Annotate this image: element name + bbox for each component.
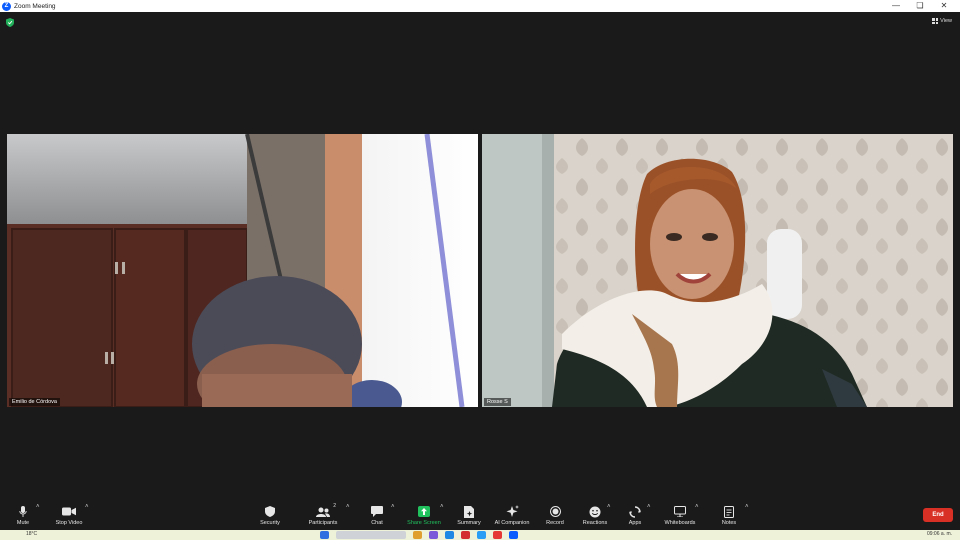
title-bar: Z Zoom Meeting — ❏ ✕ xyxy=(0,0,960,12)
restore-icon[interactable]: ❏ xyxy=(908,0,932,12)
sparkle-icon xyxy=(506,505,519,517)
whiteboard-icon xyxy=(674,506,686,517)
apps-icon xyxy=(629,505,641,518)
record-icon xyxy=(549,506,561,517)
chat-options-chevron-up-icon[interactable]: ˄ xyxy=(391,504,395,510)
windows-start-icon[interactable] xyxy=(320,531,329,539)
participant-name: Emilio de Córdova xyxy=(9,398,60,406)
app-icon[interactable] xyxy=(461,531,470,539)
app-icon[interactable] xyxy=(445,531,454,539)
shield-icon xyxy=(265,506,275,517)
app-icon[interactable] xyxy=(429,531,438,539)
ai-companion-button[interactable]: AI Companion xyxy=(490,505,534,526)
minimize-icon[interactable]: — xyxy=(884,0,908,12)
window-controls: — ❏ ✕ xyxy=(884,0,956,12)
apps-options-chevron-up-icon[interactable]: ˄ xyxy=(647,504,651,510)
whiteboards-options-chevron-up-icon[interactable]: ˄ xyxy=(695,504,699,510)
participant-video-1 xyxy=(7,134,478,407)
meeting-stage: View Emilio de Córdova Rosse S xyxy=(0,12,960,502)
participants-options-chevron-up-icon[interactable]: ˄ xyxy=(346,504,350,510)
window-title: Zoom Meeting xyxy=(14,2,56,10)
chrome-icon[interactable] xyxy=(493,531,502,539)
security-button[interactable]: Security xyxy=(248,505,292,526)
zoom-taskbar-icon[interactable] xyxy=(509,531,518,539)
notes-icon xyxy=(724,505,734,518)
microphone-icon xyxy=(19,505,27,517)
participant-video-2 xyxy=(482,134,953,407)
share-options-chevron-up-icon[interactable]: ˄ xyxy=(440,504,444,510)
video-tile-1[interactable]: Emilio de Córdova xyxy=(7,134,478,407)
file-explorer-icon[interactable] xyxy=(413,531,422,539)
edge-icon[interactable] xyxy=(477,531,486,539)
notes-options-chevron-up-icon[interactable]: ˄ xyxy=(745,504,749,510)
smiley-icon xyxy=(589,506,601,517)
view-button[interactable]: View xyxy=(932,18,952,24)
shield-icon[interactable] xyxy=(6,18,14,27)
participants-icon xyxy=(316,507,330,517)
video-options-chevron-up-icon[interactable]: ˄ xyxy=(85,504,89,510)
summary-button[interactable]: Summary xyxy=(447,505,491,526)
participants-button[interactable]: 2 Participants xyxy=(301,503,345,526)
taskbar-clock[interactable]: 09:06 a. m. xyxy=(927,531,952,537)
close-icon[interactable]: ✕ xyxy=(932,0,956,12)
summary-document-icon xyxy=(464,505,474,518)
view-label: View xyxy=(940,18,952,24)
video-tile-2[interactable]: Rosse S xyxy=(482,134,953,407)
record-button[interactable]: Record xyxy=(533,505,577,526)
mute-options-chevron-up-icon[interactable]: ˄ xyxy=(36,504,40,510)
os-taskbar: 18°C 09:06 a. m. xyxy=(0,530,960,540)
reactions-options-chevron-up-icon[interactable]: ˄ xyxy=(607,504,611,510)
grid-icon xyxy=(932,18,939,24)
meeting-controls: Mute ˄ Stop Video ˄ Security 2 Participa… xyxy=(0,502,960,530)
video-camera-icon xyxy=(62,507,76,516)
weather-temperature[interactable]: 18°C xyxy=(26,531,37,537)
taskbar-search-box[interactable] xyxy=(336,531,406,539)
participant-name: Rosse S xyxy=(484,398,511,406)
chat-bubble-icon xyxy=(371,506,383,517)
participants-count: 2 xyxy=(333,503,336,509)
taskbar-app-icons xyxy=(320,531,518,539)
zoom-logo-icon: Z xyxy=(2,1,11,11)
end-meeting-button[interactable]: End xyxy=(923,508,953,522)
share-screen-icon xyxy=(418,506,430,517)
